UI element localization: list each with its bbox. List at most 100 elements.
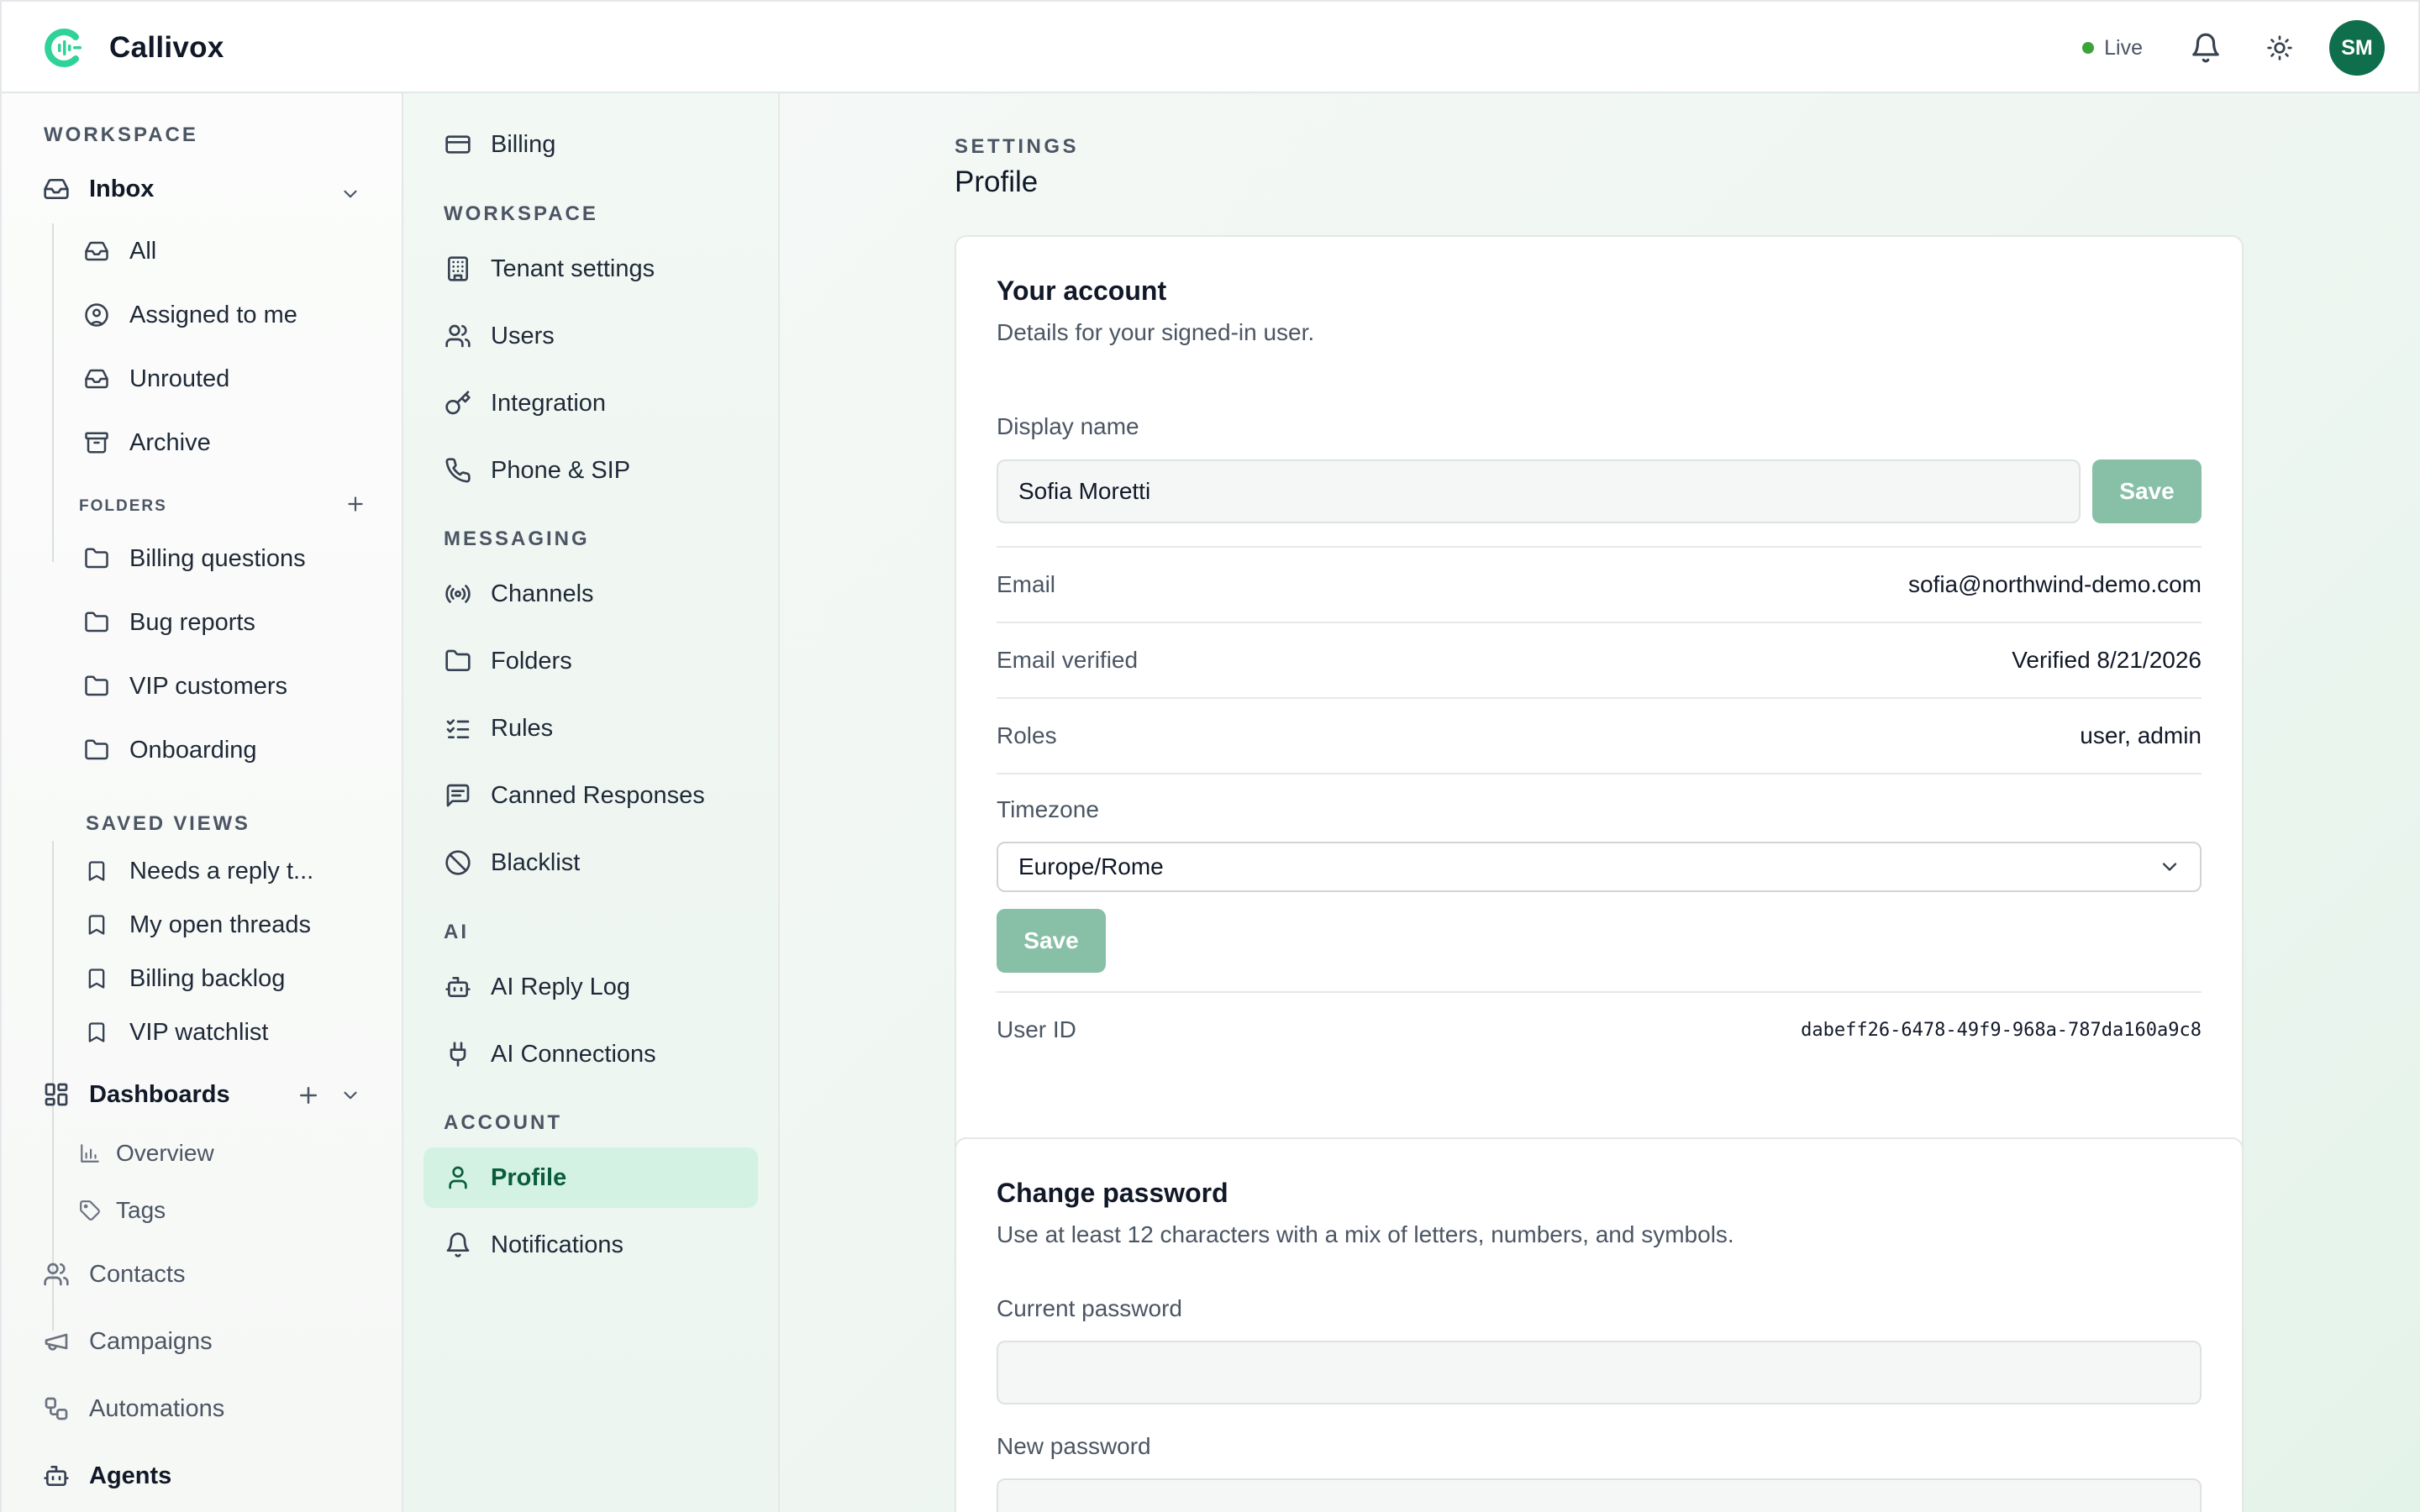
bell-icon (444, 1231, 472, 1259)
save-display-name-button[interactable]: Save (2092, 459, 2202, 523)
sidebar-item-archive[interactable]: Archive (82, 428, 211, 457)
settings-item-folders[interactable]: Folders (424, 631, 758, 691)
broadcast-icon (444, 580, 472, 608)
sidebar-item-agents[interactable]: Agents (42, 1462, 171, 1490)
tag-icon (76, 1196, 104, 1225)
settings-item-ai-connections[interactable]: AI Connections (424, 1024, 758, 1084)
add-dashboard-icon[interactable] (296, 1083, 321, 1108)
sidebar-folder-item[interactable]: Bug reports (82, 608, 255, 637)
inbox-icon (42, 175, 71, 203)
sidebar-folder-item[interactable]: Onboarding (82, 736, 257, 764)
settings-item-integration[interactable]: Integration (424, 373, 758, 433)
settings-item-label: Phone & SIP (491, 456, 631, 484)
sidebar-workspace-label: WORKSPACE (44, 123, 198, 146)
chevron-down-icon[interactable] (339, 183, 361, 205)
tree-line (52, 223, 54, 562)
settings-item-tenant[interactable]: Tenant settings (424, 239, 758, 299)
settings-item-rules[interactable]: Rules (424, 698, 758, 759)
app-name: Callivox (109, 31, 224, 64)
sun-icon (2266, 34, 2293, 61)
sidebar-item-label: Billing questions (129, 544, 306, 572)
megaphone-icon (42, 1327, 71, 1356)
add-folder-icon[interactable] (345, 493, 366, 515)
settings-item-label: Blacklist (491, 848, 581, 876)
sidebar-folders-label: FOLDERS (79, 497, 167, 515)
dashboard-item-tags[interactable]: Tags (76, 1196, 166, 1225)
bot-icon (42, 1462, 71, 1490)
sidebar-item-contacts[interactable]: Contacts (42, 1260, 185, 1289)
settings-item-billing[interactable]: Billing (424, 114, 758, 175)
settings-messaging-label: MESSAGING (444, 528, 590, 550)
settings-item-label: Tenant settings (491, 255, 655, 282)
sidebar-item-label: Assigned to me (129, 301, 297, 328)
users-icon (42, 1260, 71, 1289)
new-password-label: New password (997, 1433, 1151, 1459)
current-password-label: Current password (997, 1295, 1182, 1321)
display-name-input[interactable]: Sofia Moretti (997, 459, 2081, 523)
sidebar-contacts-label: Contacts (89, 1260, 186, 1288)
settings-item-label: Users (491, 322, 555, 349)
settings-item-notifications[interactable]: Notifications (424, 1215, 758, 1275)
sidebar-item-label: Overview (116, 1140, 214, 1166)
settings-item-profile[interactable]: Profile (424, 1147, 758, 1208)
avatar[interactable]: SM (2329, 20, 2385, 76)
save-timezone-button[interactable]: Save (997, 909, 1106, 973)
sidebar-item-label: Tags (116, 1197, 166, 1223)
sidebar-item-all[interactable]: All (82, 237, 156, 265)
theme-toggle-button[interactable] (2252, 20, 2307, 76)
email-row: Email sofia@northwind-demo.com (997, 546, 2202, 622)
settings-item-ai-reply-log[interactable]: AI Reply Log (424, 957, 758, 1017)
main-content: SETTINGS Profile Your account Details fo… (780, 93, 2420, 1512)
settings-item-phone[interactable]: Phone & SIP (424, 440, 758, 501)
brand[interactable]: Callivox (42, 27, 224, 69)
email-verified-label: Email verified (997, 647, 1139, 673)
settings-item-label: Integration (491, 389, 607, 417)
new-password-input[interactable] (997, 1478, 2202, 1512)
sidebar-item-inbox[interactable]: Inbox (42, 175, 154, 203)
sidebar-folder-item[interactable]: Billing questions (82, 544, 306, 573)
bookmark-icon (82, 1018, 111, 1047)
current-password-input[interactable] (997, 1341, 2202, 1404)
sidebar-item-assigned[interactable]: Assigned to me (82, 301, 297, 329)
saved-view-item[interactable]: My open threads (82, 911, 311, 939)
user-icon (444, 1163, 472, 1192)
user-id-row: User ID dabeff26-6478-49f9-968a-787da160… (997, 991, 2202, 1067)
settings-item-label: Canned Responses (491, 781, 705, 809)
saved-view-item[interactable]: Billing backlog (82, 964, 285, 993)
settings-item-label: Folders (491, 647, 572, 675)
folder-icon (82, 544, 111, 573)
sidebar-automations-label: Automations (89, 1394, 225, 1422)
credit-card-icon (444, 130, 472, 159)
page-title: Profile (955, 165, 1039, 198)
sidebar-item-label: Bug reports (129, 608, 255, 636)
saved-view-item[interactable]: Needs a reply t... (82, 857, 313, 885)
roles-value: user, admin (2080, 722, 2202, 748)
dashboard-item-overview[interactable]: Overview (76, 1139, 214, 1168)
settings-account-label: ACCOUNT (444, 1111, 562, 1134)
bar-chart-icon (76, 1139, 104, 1168)
bookmark-icon (82, 964, 111, 993)
timezone-select[interactable]: Europe/Rome (997, 842, 2202, 892)
sidebar-folder-item[interactable]: VIP customers (82, 672, 287, 701)
saved-view-item[interactable]: VIP watchlist (82, 1018, 268, 1047)
sidebar-item-dashboards[interactable]: Dashboards (42, 1080, 230, 1109)
plug-icon (444, 1040, 472, 1068)
building-icon (444, 255, 472, 283)
user-id-label: User ID (997, 1016, 1076, 1042)
sidebar-item-unrouted[interactable]: Unrouted (82, 365, 229, 393)
settings-item-channels[interactable]: Channels (424, 564, 758, 624)
sidebar-item-campaigns[interactable]: Campaigns (42, 1327, 213, 1356)
top-bar: Callivox Live SM (0, 0, 2420, 93)
sidebar-item-automations[interactable]: Automations (42, 1394, 224, 1423)
bookmark-icon (82, 857, 111, 885)
folder-icon (82, 736, 111, 764)
sidebar-item-label: Billing backlog (129, 964, 286, 992)
sidebar-item-label: VIP customers (129, 672, 288, 700)
user-circle-icon (82, 301, 111, 329)
notifications-button[interactable] (2178, 20, 2233, 76)
settings-item-canned[interactable]: Canned Responses (424, 765, 758, 826)
live-dot-icon (2082, 42, 2095, 54)
settings-item-blacklist[interactable]: Blacklist (424, 832, 758, 893)
chevron-down-icon[interactable] (339, 1084, 361, 1106)
settings-item-users[interactable]: Users (424, 306, 758, 366)
